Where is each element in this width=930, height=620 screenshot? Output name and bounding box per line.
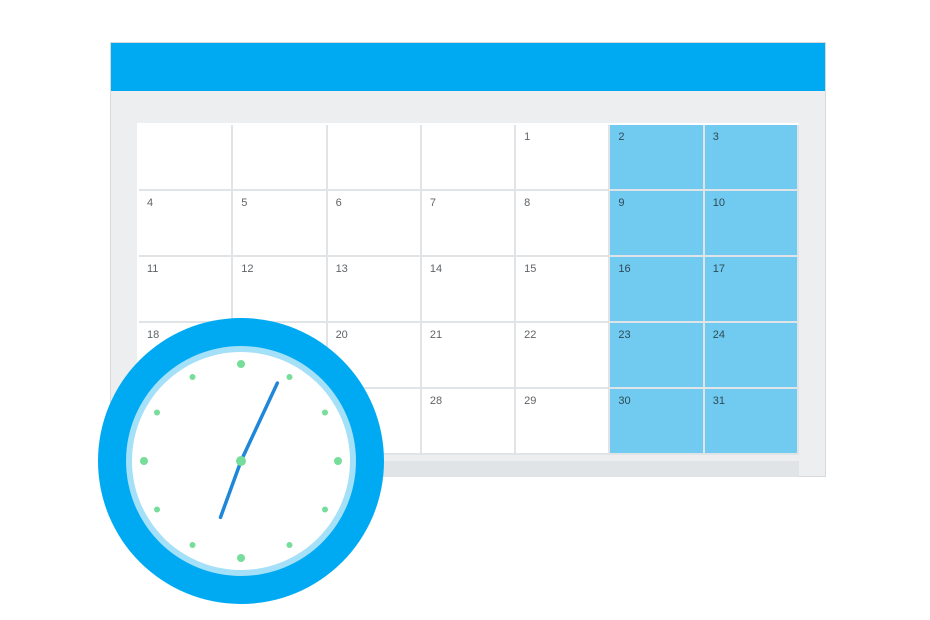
calendar-cell[interactable]: 11: [139, 257, 233, 323]
calendar-cell[interactable]: 13: [328, 257, 422, 323]
calendar-cell[interactable]: 6: [328, 191, 422, 257]
calendar-day-number: 9: [618, 197, 624, 209]
calendar-cell[interactable]: 10: [705, 191, 799, 257]
calendar-cell[interactable]: [328, 125, 422, 191]
clock-icon: [95, 315, 387, 607]
calendar-cell[interactable]: 24: [705, 323, 799, 389]
calendar-day-number: 31: [713, 395, 725, 407]
calendar-cell[interactable]: 30: [610, 389, 704, 455]
calendar-day-number: 5: [241, 197, 247, 209]
calendar-cell[interactable]: 5: [233, 191, 327, 257]
calendar-day-number: 3: [713, 131, 719, 143]
calendar-day-number: 15: [524, 263, 536, 275]
calendar-cell[interactable]: 28: [422, 389, 516, 455]
calendar-day-number: 21: [430, 329, 442, 341]
calendar-cell[interactable]: [139, 125, 233, 191]
calendar-cell[interactable]: 17: [705, 257, 799, 323]
calendar-cell[interactable]: [233, 125, 327, 191]
calendar-day-number: 8: [524, 197, 530, 209]
calendar-cell[interactable]: 16: [610, 257, 704, 323]
calendar-cell[interactable]: 1: [516, 125, 610, 191]
calendar-day-number: 13: [336, 263, 348, 275]
calendar-cell[interactable]: 2: [610, 125, 704, 191]
calendar-cell[interactable]: 7: [422, 191, 516, 257]
calendar-day-number: 2: [618, 131, 624, 143]
calendar-cell[interactable]: 23: [610, 323, 704, 389]
calendar-cell[interactable]: 9: [610, 191, 704, 257]
calendar-day-number: 17: [713, 263, 725, 275]
calendar-cell[interactable]: 8: [516, 191, 610, 257]
calendar-cell[interactable]: 29: [516, 389, 610, 455]
calendar-cell[interactable]: 15: [516, 257, 610, 323]
calendar-day-number: 12: [241, 263, 253, 275]
calendar-cell[interactable]: 3: [705, 125, 799, 191]
calendar-day-number: 23: [618, 329, 630, 341]
calendar-day-number: 28: [430, 395, 442, 407]
calendar-cell[interactable]: 21: [422, 323, 516, 389]
calendar-day-number: 22: [524, 329, 536, 341]
calendar-cell[interactable]: [422, 125, 516, 191]
calendar-cell[interactable]: 22: [516, 323, 610, 389]
calendar-day-number: 4: [147, 197, 153, 209]
calendar-day-number: 24: [713, 329, 725, 341]
calendar-day-number: 7: [430, 197, 436, 209]
calendar-day-number: 30: [618, 395, 630, 407]
calendar-cell[interactable]: 12: [233, 257, 327, 323]
calendar-day-number: 14: [430, 263, 442, 275]
calendar-day-number: 1: [524, 131, 530, 143]
calendar-day-number: 11: [147, 263, 158, 275]
calendar-day-number: 16: [618, 263, 630, 275]
calendar-cell[interactable]: 31: [705, 389, 799, 455]
calendar-cell[interactable]: 4: [139, 191, 233, 257]
calendar-titlebar: [111, 43, 825, 91]
calendar-day-number: 10: [713, 197, 725, 209]
calendar-day-number: 6: [336, 197, 342, 209]
calendar-cell[interactable]: 14: [422, 257, 516, 323]
calendar-day-number: 29: [524, 395, 536, 407]
